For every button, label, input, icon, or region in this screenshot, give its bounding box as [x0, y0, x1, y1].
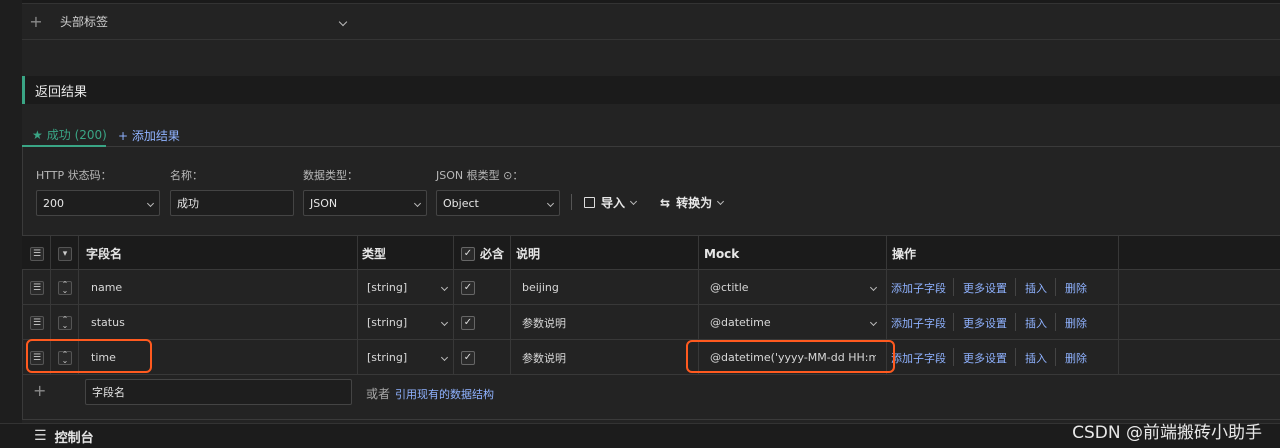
field-name-value[interactable]: name: [91, 270, 122, 305]
status-code-label: HTTP 状态码：: [36, 169, 112, 182]
chevron-down-icon: [717, 197, 725, 205]
tab-active-underline: [22, 145, 106, 147]
description-value[interactable]: beijing: [522, 270, 559, 305]
status-code-select[interactable]: 200: [36, 190, 160, 216]
chevron-down-icon: [869, 318, 878, 327]
type-value: [string]: [367, 316, 408, 329]
new-field-input[interactable]: 字段名: [85, 379, 352, 405]
insert-link[interactable]: 插入: [1025, 270, 1047, 305]
highlight-box-mock: [686, 340, 895, 373]
drag-handle-icon[interactable]: ☰: [30, 280, 44, 295]
insert-link[interactable]: 插入: [1025, 340, 1047, 375]
convert-icon: ⇆: [660, 195, 671, 210]
add-child-field-link[interactable]: 添加子字段: [891, 270, 946, 305]
chevron-down-icon: [869, 283, 878, 292]
col-description: 说明: [516, 247, 541, 261]
required-checkbox[interactable]: ✓: [461, 315, 475, 330]
table-header: ☰ ▾ 字段名 类型 ✓ 必含 说明 Mock 操作: [22, 235, 1280, 271]
import-button[interactable]: 导入: [584, 194, 638, 211]
col-required-label: 必含: [480, 247, 505, 261]
convert-label: 转换为: [676, 196, 713, 210]
json-root-select[interactable]: Object: [436, 190, 560, 216]
field-name-value[interactable]: status: [91, 305, 125, 340]
table-row: ☰ ⌃ ⌄ name [string] ✓ beijing @ctitle 添加子…: [22, 270, 1280, 305]
more-settings-link[interactable]: 更多设置: [963, 340, 1007, 375]
tab-success-label: 成功 (200): [46, 128, 107, 142]
convert-button[interactable]: ⇆ 转换为: [660, 194, 725, 211]
col-type: 类型: [362, 247, 387, 261]
mock-select[interactable]: @datetime: [710, 305, 878, 340]
data-type-value: JSON: [310, 196, 338, 210]
json-root-label: JSON 根类型 ⊙：: [436, 169, 524, 182]
chevron-down-icon: [546, 199, 555, 207]
mock-value: @ctitle: [710, 281, 749, 294]
chevron-down-icon: [440, 318, 449, 327]
json-root-value: Object: [443, 196, 479, 210]
col-mock: Mock: [704, 246, 740, 261]
description-value[interactable]: 参数说明: [522, 340, 566, 375]
chevron-down-icon: [146, 199, 155, 207]
name-input[interactable]: 成功: [170, 190, 294, 216]
console-label[interactable]: 控制台: [55, 427, 94, 446]
check-icon[interactable]: ✓: [461, 246, 475, 261]
or-text: 或者: [366, 387, 391, 401]
delete-link[interactable]: 删除: [1065, 270, 1087, 305]
col-operations: 操作: [892, 247, 917, 261]
header-tags-row[interactable]: + 头部标签: [22, 4, 1280, 40]
watermark: CSDN @前端搬砖小助手: [1072, 423, 1262, 443]
type-value: [string]: [367, 281, 408, 294]
section-title: 返回结果: [22, 76, 1280, 104]
col-field-name: 字段名: [86, 247, 123, 261]
add-child-field-link[interactable]: 添加子字段: [891, 340, 946, 375]
table-row: ☰ ⌃ ⌄ status [string] ✓ 参数说明 @datetime 添加…: [22, 305, 1280, 340]
type-value: [string]: [367, 351, 408, 364]
reference-structure-link[interactable]: 引用现有的数据结构: [395, 386, 494, 402]
name-value: 成功: [177, 197, 199, 210]
chevron-down-icon: [413, 199, 422, 207]
new-field-placeholder: 字段名: [92, 386, 125, 399]
table-row: ☰ ⌃ ⌄ time [string] ✓ 参数说明 @datetime('yyy…: [22, 340, 1280, 375]
header-tags-label: 头部标签: [60, 15, 109, 29]
more-settings-link[interactable]: 更多设置: [963, 270, 1007, 305]
import-icon: [584, 197, 595, 208]
required-checkbox[interactable]: ✓: [461, 350, 475, 365]
type-select[interactable]: [string]: [367, 305, 449, 340]
description-value[interactable]: 参数说明: [522, 305, 566, 340]
chevron-down-icon: [440, 353, 449, 362]
mock-select[interactable]: @ctitle: [710, 270, 878, 305]
type-select[interactable]: [string]: [367, 340, 449, 375]
delete-link[interactable]: 删除: [1065, 340, 1087, 375]
data-type-label: 数据类型：: [303, 169, 358, 182]
more-settings-link[interactable]: 更多设置: [963, 305, 1007, 340]
chevron-down-icon: [440, 283, 449, 292]
required-checkbox[interactable]: ✓: [461, 280, 475, 295]
col-required[interactable]: ✓ 必含: [461, 236, 504, 271]
left-strip: [0, 0, 22, 448]
tab-success[interactable]: ★ 成功 (200): [32, 126, 107, 143]
type-select[interactable]: [string]: [367, 270, 449, 305]
chevron-down-icon[interactable]: [338, 17, 348, 26]
name-label: 名称：: [170, 169, 203, 182]
drag-handle-icon[interactable]: ☰: [30, 315, 44, 330]
expand-toggle[interactable]: ▾: [58, 236, 72, 271]
status-code-value: 200: [43, 196, 64, 210]
toolbar-divider: [571, 194, 572, 210]
sort-icon[interactable]: ⌃ ⌄: [58, 315, 72, 330]
plus-icon[interactable]: +: [22, 12, 50, 31]
add-result-link[interactable]: + 添加结果: [118, 127, 180, 144]
import-label: 导入: [601, 196, 626, 210]
menu-icon[interactable]: ☰: [30, 236, 44, 271]
add-child-field-link[interactable]: 添加子字段: [891, 305, 946, 340]
mock-value: @datetime: [710, 316, 771, 329]
sort-icon[interactable]: ⌃ ⌄: [58, 280, 72, 295]
console-icon[interactable]: ☰: [34, 428, 47, 444]
add-field-plus-icon[interactable]: +: [33, 381, 46, 400]
delete-link[interactable]: 删除: [1065, 305, 1087, 340]
data-type-select[interactable]: JSON: [303, 190, 427, 216]
highlight-box-field: [26, 339, 152, 373]
star-icon: ★: [32, 127, 43, 142]
insert-link[interactable]: 插入: [1025, 305, 1047, 340]
chevron-down-icon: [629, 197, 638, 205]
